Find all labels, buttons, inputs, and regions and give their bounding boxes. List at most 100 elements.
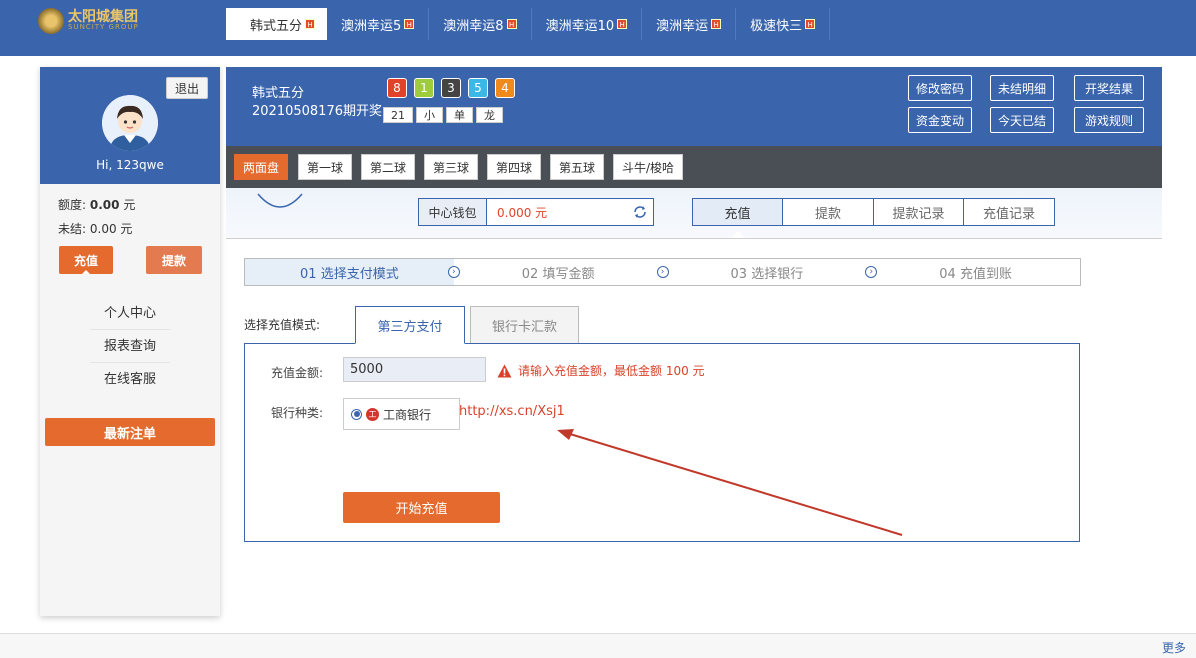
- decorative-arc-icon: [257, 193, 303, 208]
- logout-button[interactable]: 退出: [166, 77, 208, 99]
- tab-bank-transfer[interactable]: 银行卡汇款: [470, 306, 579, 344]
- lottery-game-name: 韩式五分: [252, 86, 305, 101]
- center-wallet: 中心钱包 0.000 元: [418, 198, 654, 226]
- avatar: [102, 95, 158, 151]
- tab-recharge[interactable]: 充值: [693, 199, 783, 225]
- game-tab-label: 澳洲幸运8: [443, 18, 504, 34]
- result-ball: 5: [468, 78, 488, 98]
- sidebar-withdraw-button[interactable]: 提款: [146, 246, 202, 274]
- hot-badge: H: [711, 19, 722, 29]
- hot-badge: H: [404, 19, 415, 29]
- game-tab-aus-lucky10[interactable]: 澳洲幸运10 H: [532, 8, 643, 40]
- bet-type-nav: 两面盘 第一球 第二球 第三球 第四球 第五球 斗牛/梭哈: [226, 146, 1162, 188]
- mode-label: 选择充值模式:: [244, 318, 321, 332]
- tab-withdraw-records[interactable]: 提款记录: [874, 199, 964, 225]
- result-tag: 小: [416, 107, 443, 123]
- result-ball: 3: [441, 78, 461, 98]
- wallet-label: 中心钱包: [419, 199, 487, 225]
- brand-sub: SUNCITY GROUP: [68, 23, 139, 31]
- chevron-right-icon: ›: [656, 266, 669, 278]
- hot-badge: H: [805, 19, 816, 29]
- top-nav-bar: 太阳城集团 SUNCITY GROUP 韩式五分 H 澳洲幸运5 H 澳洲幸运8 H …: [0, 0, 1196, 56]
- lottery-info: 韩式五分 20210508176期开奖: [252, 85, 382, 121]
- refresh-icon[interactable]: [627, 199, 653, 225]
- ball-number: 1: [417, 81, 431, 95]
- result-ball: 8: [387, 78, 407, 98]
- game-tab-aus-lucky[interactable]: 澳洲幸运 H: [642, 8, 737, 40]
- warning-icon: [497, 364, 512, 378]
- game-tabs: 韩式五分 H 澳洲幸运5 H 澳洲幸运8 H 澳洲幸运10 H 澳洲幸运 H 极速快三 H: [226, 8, 831, 40]
- ball-number: 8: [390, 81, 404, 95]
- url-text: http://xs.cn/Xsj1: [459, 404, 565, 419]
- amount-warning: 请输入充值金额，最低金额 100 元: [518, 364, 705, 378]
- game-tab-label: 澳洲幸运10: [545, 18, 615, 34]
- step-label: 03 选择银行: [730, 266, 804, 282]
- menu-online-service[interactable]: 在线客服: [90, 364, 170, 396]
- tab-ball-1[interactable]: 第一球: [298, 154, 353, 180]
- menu-personal-center[interactable]: 个人中心: [90, 298, 170, 330]
- tab-ball-5[interactable]: 第五球: [550, 154, 605, 180]
- result-tag: 单: [446, 107, 473, 123]
- funds-change-button[interactable]: 资金变动: [908, 107, 972, 133]
- game-tab-aus-lucky5[interactable]: 澳洲幸运5 H: [327, 8, 430, 40]
- tab-recharge-records[interactable]: 充值记录: [964, 199, 1054, 225]
- step-4: 04 充值到账: [871, 259, 1080, 285]
- game-tab-fast-k3[interactable]: 极速快三 H: [736, 8, 831, 40]
- start-recharge-button[interactable]: 开始充值: [343, 492, 500, 523]
- tab-withdraw[interactable]: 提款: [783, 199, 874, 225]
- more-link[interactable]: 更多: [1162, 639, 1186, 656]
- lottery-period: 20210508176期开奖: [252, 104, 382, 119]
- result-tag: 21: [383, 107, 413, 123]
- step-label: 04 充值到账: [939, 266, 1012, 282]
- quota-value: 0.00: [89, 198, 120, 212]
- tab-niuniu[interactable]: 斗牛/梭哈: [613, 154, 684, 180]
- brand-logo[interactable]: 太阳城集团 SUNCITY GROUP: [38, 8, 158, 34]
- sidebar-recharge-button[interactable]: 充值: [59, 246, 113, 274]
- quota-label: 额度:: [58, 198, 87, 212]
- change-password-button[interactable]: 修改密码: [908, 75, 972, 101]
- quota-unit: 元: [123, 198, 136, 212]
- game-rules-button[interactable]: 游戏规则: [1074, 107, 1144, 133]
- ball-number: 5: [471, 81, 485, 95]
- game-tab-aus-lucky8[interactable]: 澳洲幸运8 H: [429, 8, 532, 40]
- step-progress: 01 选择支付模式 › 02 填写金额 › 03 选择银行 › 04 充值到账: [244, 258, 1081, 286]
- step-3: 03 选择银行 ›: [663, 259, 878, 285]
- amount-label: 充值金额:: [271, 366, 324, 380]
- bank-label: 银行种类:: [271, 406, 324, 420]
- quota-row: 额度: 0.00 元: [58, 196, 135, 213]
- game-tab-label: 澳洲幸运5: [341, 18, 402, 34]
- menu-report-query[interactable]: 报表查询: [90, 331, 170, 363]
- unsettled-detail-button[interactable]: 未结明细: [990, 75, 1054, 101]
- bank-option-icbc[interactable]: 工 工商银行: [343, 398, 460, 430]
- amount-input[interactable]: 5000: [343, 357, 486, 382]
- icbc-bank-icon: 工: [366, 407, 379, 421]
- latest-bets-button[interactable]: 最新注单: [45, 418, 215, 446]
- radio-selected-icon[interactable]: [351, 408, 362, 420]
- sun-logo-icon: [38, 8, 64, 34]
- results-button[interactable]: 开奖结果: [1074, 75, 1144, 101]
- tab-ball-4[interactable]: 第四球: [487, 154, 542, 180]
- divider: [226, 238, 1162, 239]
- user-header: 退出 Hi, 123qwe: [40, 67, 220, 184]
- tab-ball-2[interactable]: 第二球: [361, 154, 416, 180]
- tab-third-party-pay[interactable]: 第三方支付: [355, 306, 465, 344]
- tab-ball-3[interactable]: 第三球: [424, 154, 479, 180]
- brand-name: 太阳城集团: [68, 9, 138, 25]
- step-label: 01 选择支付模式: [300, 266, 399, 282]
- unsettled-label: 未结:: [58, 222, 87, 236]
- ball-number: 4: [498, 81, 512, 95]
- today-settled-button[interactable]: 今天已结: [990, 107, 1054, 133]
- hot-badge: H: [506, 19, 517, 29]
- result-ball: 1: [414, 78, 434, 98]
- step-1: 01 选择支付模式 ›: [245, 259, 460, 285]
- user-greeting: Hi, 123qwe: [96, 158, 164, 172]
- unsettled-row: 未结: 0.00 元: [58, 220, 132, 237]
- game-tab-label: 韩式五分: [250, 18, 303, 34]
- tab-two-sides[interactable]: 两面盘: [234, 154, 289, 180]
- hot-badge: H: [617, 19, 628, 29]
- lottery-header: 韩式五分 20210508176期开奖 8 1 3 5 4 21 小 单 龙 修…: [226, 67, 1162, 146]
- user-sidebar: 退出 Hi, 123qwe 额度: 0.00 元 未结: 0.00 元 充值 提…: [40, 67, 220, 616]
- step-label: 02 填写金额: [521, 266, 595, 282]
- game-tab-korean-5min[interactable]: 韩式五分 H: [226, 8, 328, 40]
- result-balls: 8 1 3 5 4: [387, 78, 515, 98]
